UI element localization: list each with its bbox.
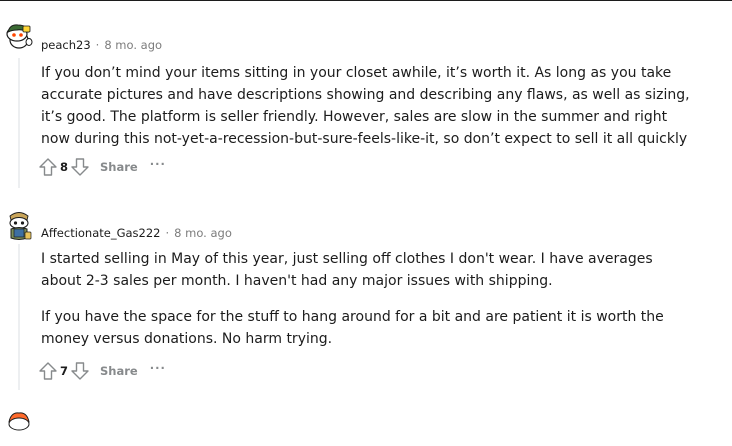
downvote-arrow-icon[interactable] bbox=[70, 361, 90, 381]
thread-line[interactable] bbox=[18, 58, 20, 188]
share-button[interactable]: Share bbox=[100, 364, 138, 378]
timestamp[interactable]: 8 mo. ago bbox=[174, 226, 232, 240]
author-name[interactable]: peach23 bbox=[41, 38, 91, 52]
upvote-arrow-icon[interactable] bbox=[38, 157, 58, 177]
author-name[interactable]: Affectionate_Gas222 bbox=[41, 226, 161, 240]
comment-paragraph: I started selling in May of this year, j… bbox=[41, 251, 653, 289]
snoo-avatar-icon bbox=[9, 212, 32, 240]
comment: peach23 · 8 mo. ago If you don’t mind your… bbox=[0, 18, 732, 188]
separator-dot: · bbox=[95, 38, 100, 52]
snoo-avatar-icon bbox=[8, 412, 30, 431]
comment-meta: peach23 · 8 mo. ago bbox=[41, 38, 162, 52]
comment-body: If you don’t mind your items sitting in … bbox=[41, 62, 691, 150]
more-dots-icon[interactable]: ··· bbox=[150, 361, 166, 375]
more-dots-icon[interactable]: ··· bbox=[150, 157, 166, 171]
downvote-arrow-icon[interactable] bbox=[70, 157, 90, 177]
vote-score: 8 bbox=[60, 160, 69, 174]
comment-meta: Affectionate_Gas222 · 8 mo. ago bbox=[41, 226, 232, 240]
upvote-arrow-icon[interactable] bbox=[38, 361, 58, 381]
top-border bbox=[0, 0, 732, 1]
comment: Affectionate_Gas222 · 8 mo. ago I started … bbox=[0, 200, 732, 390]
avatar[interactable] bbox=[3, 208, 35, 240]
separator-dot: · bbox=[165, 226, 170, 240]
share-button[interactable]: Share bbox=[100, 160, 138, 174]
comment-actions: 8 Share ··· bbox=[38, 156, 166, 178]
vote-score: 7 bbox=[60, 364, 69, 378]
comment-body: I started selling in May of this year, j… bbox=[41, 248, 691, 350]
snoo-avatar-icon bbox=[6, 24, 33, 49]
thread-line[interactable] bbox=[18, 244, 20, 390]
comment-paragraph: If you have the space for the stuff to h… bbox=[41, 309, 664, 347]
avatar[interactable] bbox=[3, 410, 35, 442]
comment-actions: 7 Share ··· bbox=[38, 360, 166, 382]
avatar[interactable] bbox=[3, 20, 35, 52]
comment-paragraph: If you don’t mind your items sitting in … bbox=[41, 65, 690, 147]
timestamp[interactable]: 8 mo. ago bbox=[104, 38, 162, 52]
